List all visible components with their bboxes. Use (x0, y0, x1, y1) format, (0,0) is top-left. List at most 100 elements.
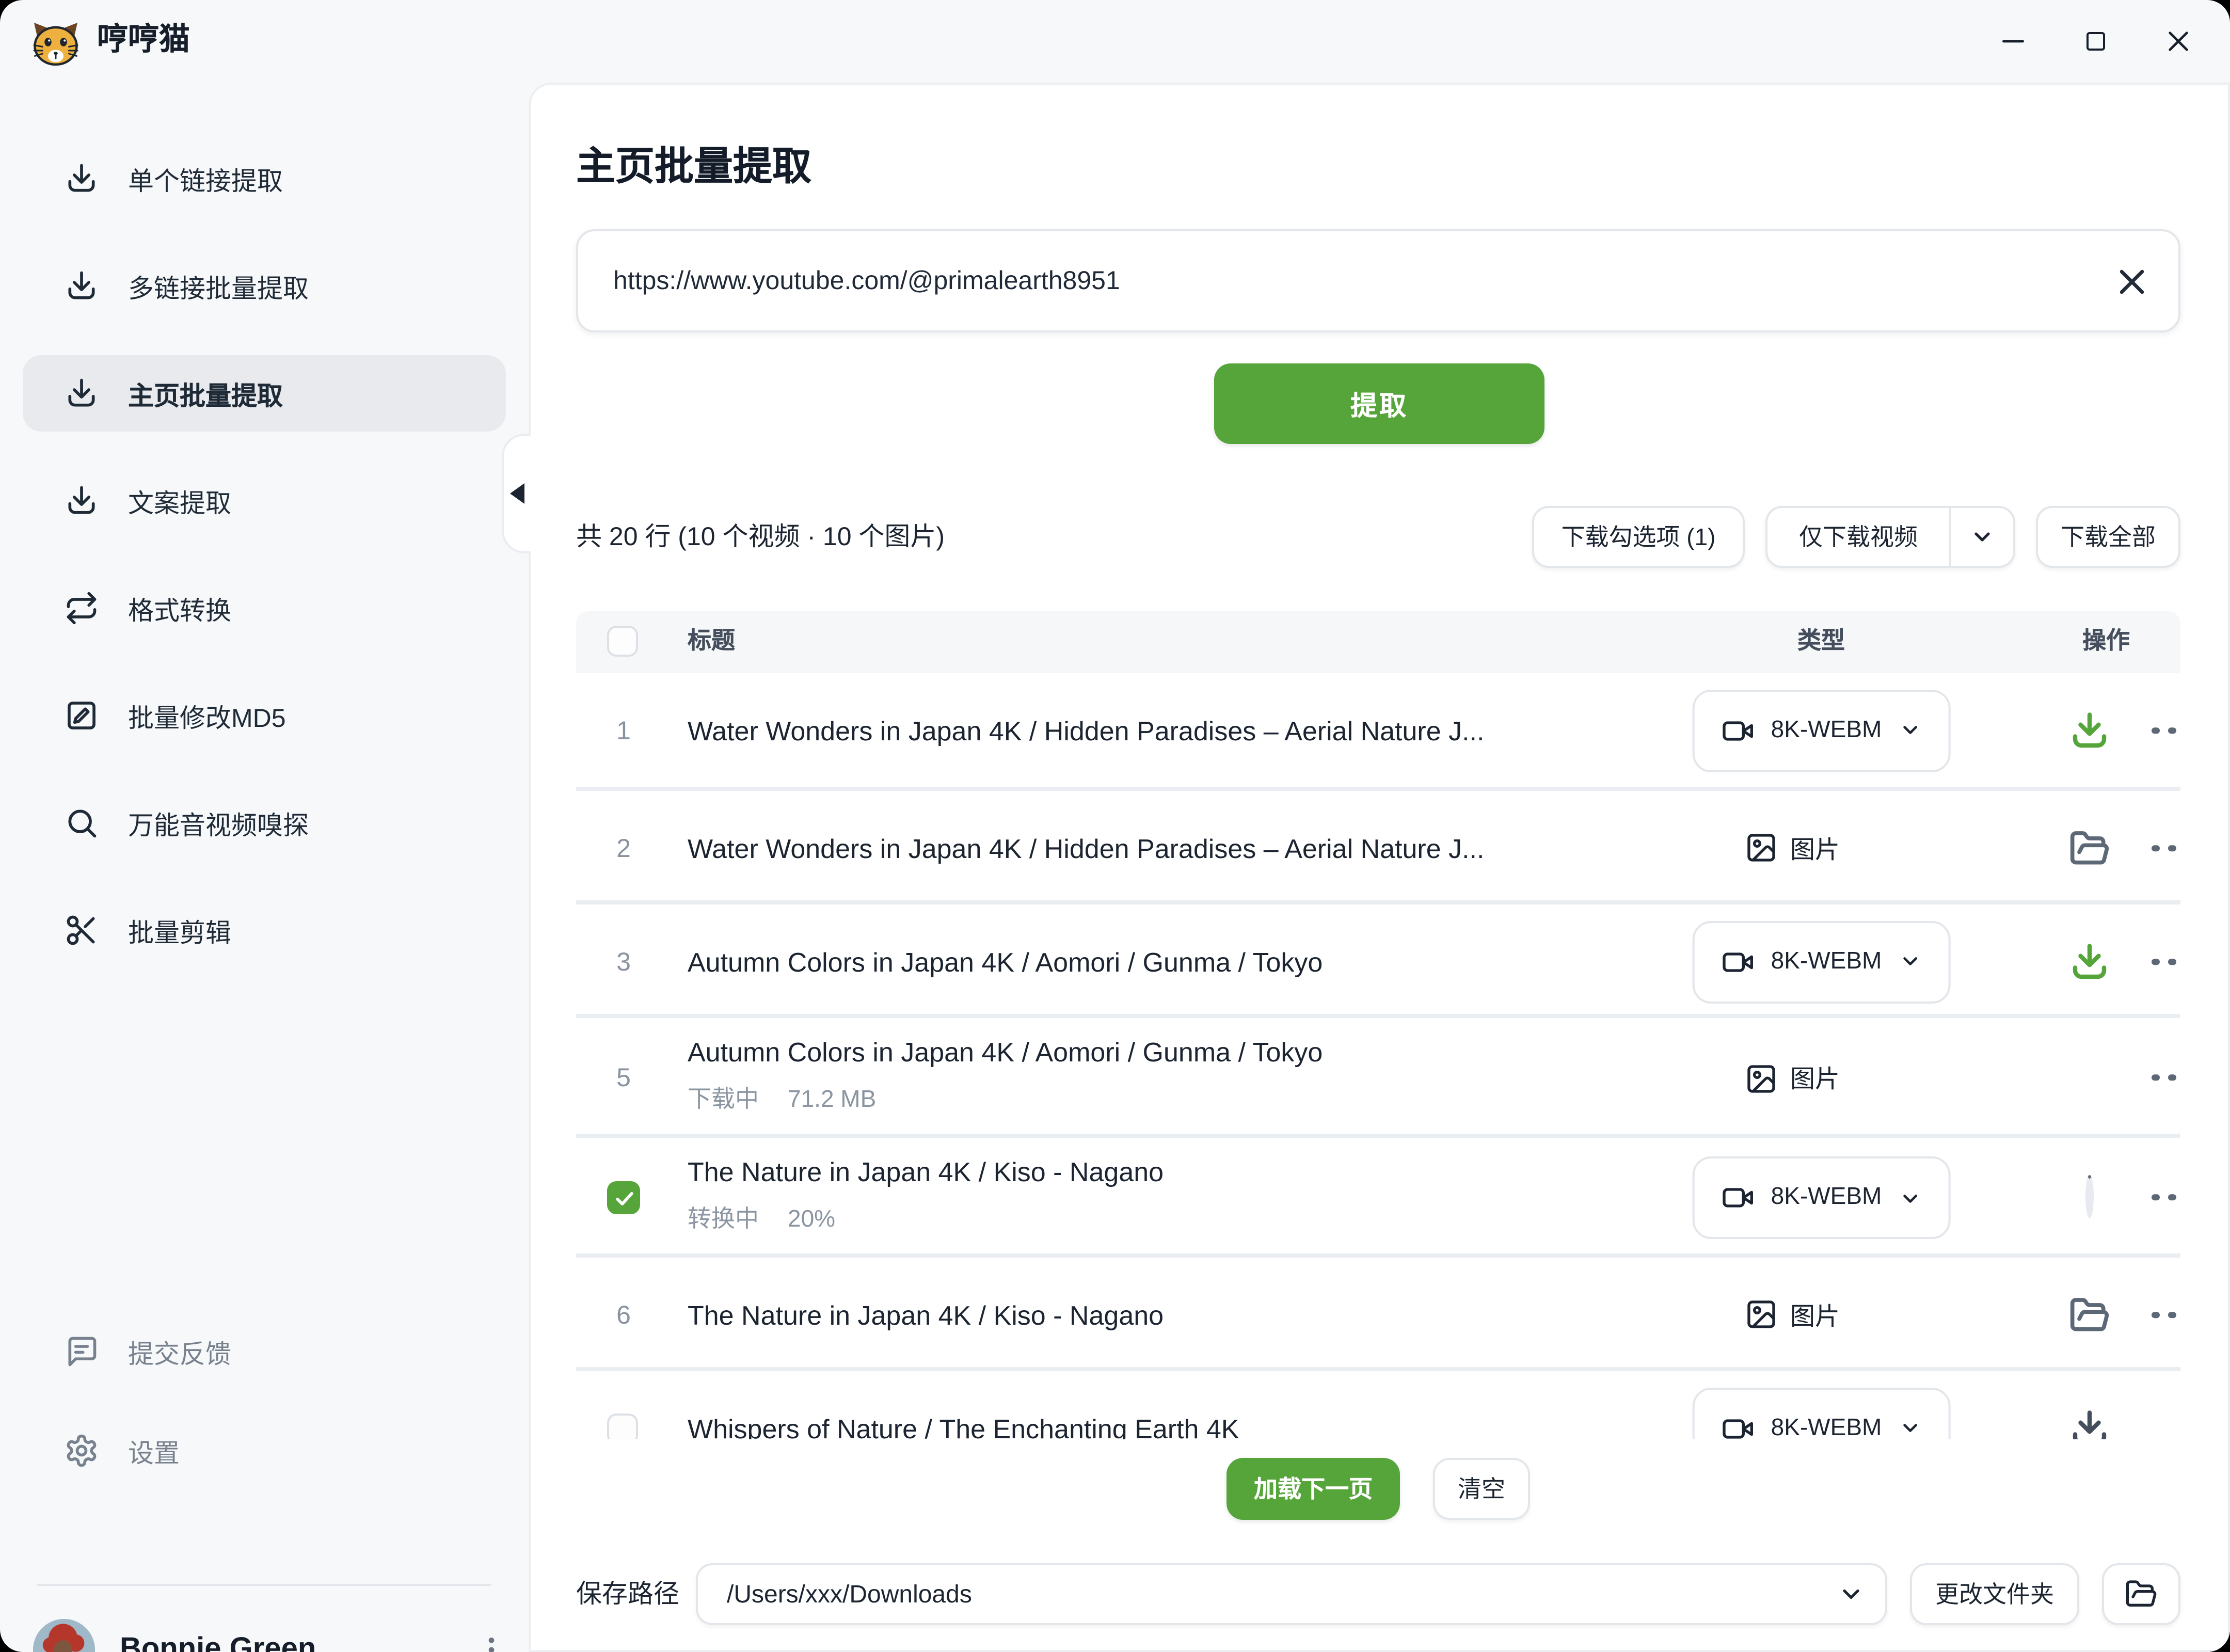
more-actions-icon[interactable] (2152, 1074, 2180, 1082)
save-path-value: /Users/xxx/Downloads (727, 1565, 972, 1623)
chevron-down-icon[interactable] (1951, 525, 2013, 549)
row-status: 转换中20% (688, 1202, 835, 1235)
image-icon (1745, 831, 1778, 864)
status-value: 71.2 MB (788, 1088, 876, 1113)
format-dropdown[interactable]: 8K-WEBM (1693, 920, 1950, 1003)
user-profile[interactable]: Bonnie Green (0, 1611, 529, 1652)
row-number: 1 (616, 716, 631, 744)
extract-button[interactable]: 提取 (1214, 363, 1544, 444)
row-checkbox[interactable] (607, 1412, 638, 1439)
sidebar-item-label: 提交反馈 (128, 1332, 231, 1371)
user-name: Bonnie Green (120, 1611, 316, 1652)
format-dropdown[interactable]: 8K-WEBM (1693, 1387, 1950, 1439)
clear-input-icon[interactable] (2110, 260, 2152, 301)
sidebar-item-feedback[interactable]: 提交反馈 (23, 1313, 506, 1390)
sidebar-item-label: 格式转换 (128, 589, 231, 628)
format-label: 8K-WEBM (1771, 949, 1882, 974)
more-actions-icon[interactable] (2152, 1311, 2180, 1318)
sidebar-item-label: 主页批量提取 (128, 374, 283, 413)
clear-button[interactable]: 清空 (1433, 1458, 1530, 1520)
download-icon (64, 376, 99, 411)
format-dropdown[interactable]: 8K-WEBM (1693, 689, 1950, 771)
gear-icon (64, 1433, 99, 1468)
sidebar: 单个链接提取 多链接批量提取 主页批量提取 文案提取 格式转换 批量修改MD5 … (0, 83, 529, 1652)
row-number: 5 (616, 1063, 631, 1092)
sidebar-item-label: 多链接批量提取 (128, 266, 309, 306)
table-row: Whispers of Nature / The Enchanting Eart… (576, 1367, 2180, 1439)
file-pen-icon (64, 698, 99, 733)
row-status: 下载中71.2 MB (688, 1082, 876, 1115)
save-path-select[interactable]: /Users/xxx/Downloads (696, 1563, 1887, 1625)
row-title: The Nature in Japan 4K / Kiso - Nagano (688, 1156, 1164, 1187)
more-actions-icon[interactable] (2152, 844, 2180, 851)
sidebar-item-settings[interactable]: 设置 (23, 1412, 506, 1489)
sidebar-divider (37, 1584, 491, 1586)
chevron-down-icon (1898, 950, 1921, 973)
video-only-label[interactable]: 仅下载视频 (1767, 520, 1949, 553)
table-row: The Nature in Japan 4K / Kiso - Nagano 转… (576, 1134, 2180, 1258)
row-checkbox-checked[interactable] (607, 1181, 640, 1214)
download-checked-button[interactable]: 下载勾选项 (1) (1532, 506, 1745, 568)
sidebar-item-batch-edit[interactable]: 批量剪辑 (23, 892, 506, 968)
sidebar-item-label: 单个链接提取 (128, 159, 283, 198)
open-folder-icon[interactable] (2069, 827, 2110, 868)
sidebar-item-sniffer[interactable]: 万能音视频嗅探 (23, 785, 506, 861)
more-actions-icon[interactable] (2152, 958, 2180, 965)
download-icon[interactable] (2068, 940, 2111, 983)
cat-logo-icon (31, 17, 81, 66)
page-title: 主页批量提取 (576, 136, 811, 192)
sidebar-item-homepage-batch[interactable]: 主页批量提取 (23, 355, 506, 432)
minimize-icon[interactable] (1997, 26, 2028, 57)
sidebar-item-multi-link[interactable]: 多链接批量提取 (23, 248, 506, 324)
download-icon[interactable] (2068, 708, 2111, 752)
sidebar-item-single-link[interactable]: 单个链接提取 (23, 140, 506, 217)
result-summary: 共 20 行 (10 个视频 · 10 个图片) (576, 506, 945, 568)
app-window: 哼哼猫 单个链接提取 多链接批量提取 主页批量提取 文案提取 格式转换 (0, 0, 2230, 1652)
format-label: 8K-WEBM (1771, 1185, 1882, 1210)
chevron-down-icon (1898, 719, 1921, 741)
format-label: 8K-WEBM (1771, 1416, 1882, 1439)
app-title: 哼哼猫 (97, 0, 190, 83)
row-title: Autumn Colors in Japan 4K / Aomori / Gun… (688, 946, 1323, 977)
download-all-button[interactable]: 下载全部 (2036, 506, 2180, 568)
sidebar-item-label: 批量剪辑 (128, 911, 231, 950)
chevron-down-icon (1898, 1186, 1921, 1209)
sidebar-collapse-handle[interactable] (502, 434, 531, 553)
repeat-icon (64, 591, 99, 626)
row-number: 3 (616, 947, 631, 976)
open-folder-icon[interactable] (2069, 1294, 2110, 1335)
image-icon (1745, 1061, 1778, 1094)
format-label: 8K-WEBM (1771, 718, 1882, 742)
more-actions-icon[interactable] (2152, 1194, 2180, 1201)
column-header-type: 类型 (1797, 611, 1845, 673)
more-actions-icon[interactable] (2152, 726, 2180, 734)
main-panel: 主页批量提取 提取 共 20 行 (10 个视频 · 10 个图片) 下载勾选项… (529, 83, 2230, 1652)
title-bar: 哼哼猫 (0, 0, 2230, 83)
url-input[interactable] (578, 231, 2178, 330)
video-only-split-button[interactable]: 仅下载视频 (1765, 506, 2015, 568)
video-icon (1722, 713, 1755, 746)
sidebar-item-format-convert[interactable]: 格式转换 (23, 570, 506, 646)
format-dropdown[interactable]: 8K-WEBM (1693, 1156, 1950, 1239)
open-folder-button[interactable] (2102, 1563, 2180, 1625)
download-icon (64, 483, 99, 518)
row-number: 2 (616, 833, 631, 862)
download-icon[interactable] (2068, 1406, 2111, 1439)
video-icon (1722, 1181, 1755, 1214)
video-icon (1722, 945, 1755, 978)
select-all-checkbox[interactable] (607, 626, 638, 657)
kebab-menu-icon[interactable] (467, 1625, 516, 1652)
close-icon[interactable] (2162, 26, 2193, 57)
sidebar-item-batch-md5[interactable]: 批量修改MD5 (23, 677, 506, 754)
load-next-page-button[interactable]: 加载下一页 (1226, 1458, 1400, 1520)
table-row: 3 Autumn Colors in Japan 4K / Aomori / G… (576, 900, 2180, 1018)
sidebar-item-copy-extract[interactable]: 文案提取 (23, 463, 506, 539)
maximize-icon[interactable] (2079, 26, 2110, 57)
open-folder-icon (2125, 1578, 2158, 1611)
change-folder-button[interactable]: 更改文件夹 (1910, 1563, 2079, 1625)
type-image: 图片 (1745, 1060, 1840, 1095)
row-title: Autumn Colors in Japan 4K / Aomori / Gun… (688, 1037, 1323, 1068)
video-icon (1722, 1411, 1755, 1439)
type-label: 图片 (1790, 1297, 1840, 1332)
table-row: 1 Water Wonders in Japan 4K / Hidden Par… (576, 673, 2180, 787)
